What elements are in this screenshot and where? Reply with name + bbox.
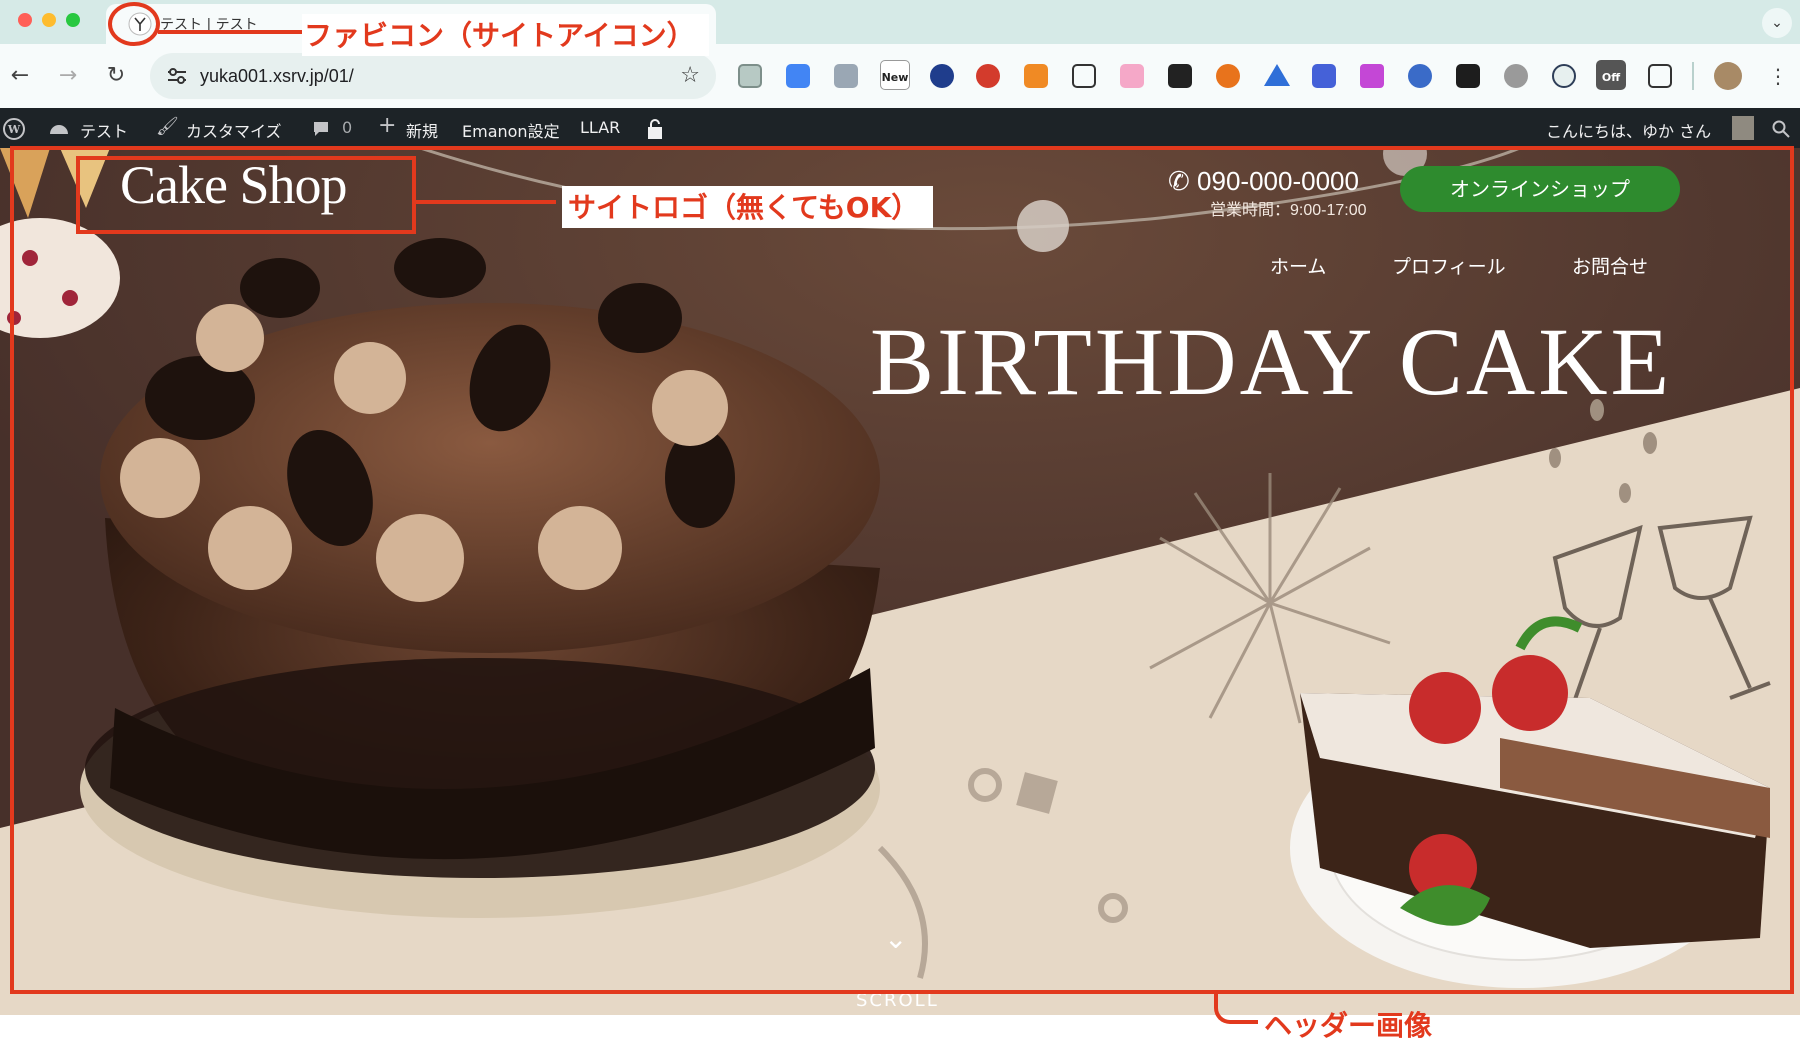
info-extension-icon[interactable] bbox=[1552, 64, 1576, 88]
url-text[interactable]: yuka001.xsrv.jp/01/ bbox=[200, 66, 354, 87]
tab-search-chevron-icon[interactable]: ⌄ bbox=[1762, 8, 1792, 38]
header-image-annotation-label: ヘッダー画像 bbox=[1264, 1009, 1433, 1042]
m-extension-icon[interactable] bbox=[1168, 64, 1192, 88]
search-icon[interactable] bbox=[1772, 120, 1790, 138]
browser-toolbar: ← → ↻ yuka001.xsrv.jp/01/ ☆ New Off ⋮ bbox=[0, 44, 1800, 108]
reload-icon[interactable]: ↻ bbox=[100, 60, 132, 92]
dashboard-gauge-icon bbox=[50, 125, 68, 134]
bookmark-star-icon[interactable]: ☆ bbox=[680, 63, 700, 88]
puzzle-extensions-icon[interactable] bbox=[1648, 64, 1672, 88]
browser-tab-strip: テスト | テスト ⌄ bbox=[0, 0, 1800, 44]
favicon-annotation-label: ファビコン（サイトアイコン） bbox=[302, 14, 709, 56]
off-extension-icon[interactable]: Off bbox=[1596, 60, 1626, 90]
gear-extension-icon[interactable] bbox=[1504, 64, 1528, 88]
back-arrow-icon[interactable]: ← bbox=[4, 60, 36, 92]
toolbar-divider bbox=[1692, 62, 1694, 90]
wp-admin-bar: W テスト 🖌 カスタマイズ 0 + 新規 Emanon設定 LLAR こんにち… bbox=[0, 108, 1800, 148]
menu-kebab-icon[interactable]: ⋮ bbox=[1762, 60, 1794, 92]
image-extension-icon[interactable] bbox=[738, 64, 762, 88]
maximize-window-button[interactable] bbox=[66, 13, 80, 27]
header-image-annotation-bracket bbox=[1214, 994, 1258, 1024]
admin-emanon-settings[interactable]: Emanon設定 bbox=[462, 118, 560, 142]
bot-extension-icon[interactable] bbox=[1216, 64, 1240, 88]
fox-extension-icon[interactable] bbox=[1024, 64, 1048, 88]
screenshot-extension-icon[interactable] bbox=[1072, 64, 1096, 88]
moon-extension-icon[interactable] bbox=[930, 64, 954, 88]
close-window-button[interactable] bbox=[18, 13, 32, 27]
triangle-extension-icon[interactable] bbox=[1264, 64, 1290, 86]
user-avatar[interactable] bbox=[1732, 116, 1754, 140]
check-extension-icon[interactable] bbox=[1456, 64, 1480, 88]
admin-site-name[interactable]: テスト bbox=[80, 118, 128, 142]
lock-icon[interactable] bbox=[646, 118, 664, 140]
color-extension-icon[interactable] bbox=[1120, 64, 1144, 88]
favicon-annotation-line bbox=[158, 30, 302, 34]
admin-llar[interactable]: LLAR bbox=[580, 118, 620, 137]
admin-customize[interactable]: カスタマイズ bbox=[186, 118, 282, 142]
wordpress-logo-icon[interactable]: W bbox=[2, 117, 26, 141]
admin-new[interactable]: 新規 bbox=[406, 118, 438, 142]
svg-text:W: W bbox=[7, 123, 21, 136]
admin-comments-count[interactable]: 0 bbox=[342, 118, 352, 137]
b-extension-icon[interactable] bbox=[1360, 64, 1384, 88]
forward-arrow-icon[interactable]: → bbox=[52, 60, 84, 92]
brush-icon: 🖌 bbox=[156, 116, 179, 137]
seo-extension-icon[interactable] bbox=[976, 64, 1000, 88]
people-extension-icon[interactable] bbox=[1312, 64, 1336, 88]
minimize-window-button[interactable] bbox=[42, 13, 56, 27]
plus-icon: + bbox=[378, 113, 397, 138]
favicon-annotation-circle bbox=[108, 2, 160, 46]
profile-avatar[interactable] bbox=[1714, 62, 1742, 90]
address-bar[interactable]: yuka001.xsrv.jp/01/ ☆ bbox=[150, 53, 716, 99]
header-image-annotation-box bbox=[10, 146, 1794, 994]
new-extension-icon[interactable]: New bbox=[880, 60, 910, 90]
site-settings-icon[interactable] bbox=[166, 66, 188, 86]
translate-extension-icon[interactable] bbox=[786, 64, 810, 88]
comment-bubble-icon[interactable] bbox=[312, 120, 330, 138]
globe-extension-icon[interactable] bbox=[1408, 64, 1432, 88]
code-extension-icon[interactable] bbox=[834, 64, 858, 88]
admin-greeting[interactable]: こんにちは、ゆか さん bbox=[1546, 118, 1711, 142]
